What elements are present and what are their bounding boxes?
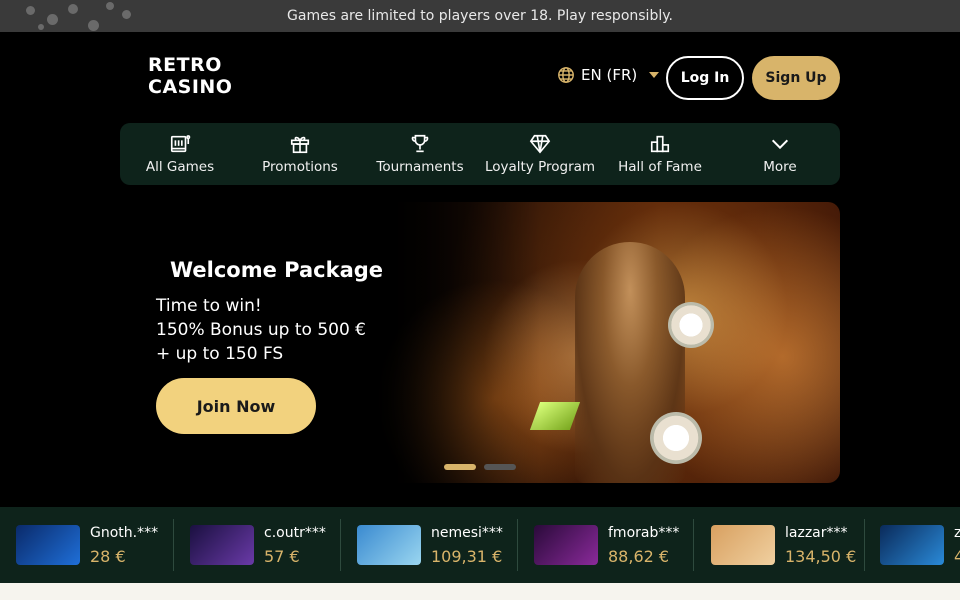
hero-line-1: Time to win! [156,296,262,316]
game-thumbnail[interactable] [190,525,254,565]
hero-line-2: 150% Bonus up to 500 € [156,320,366,340]
winner-item[interactable]: fmorab*** 88,62 € [534,507,679,583]
winner-amount: 88,62 € [608,546,670,566]
nav-label: More [763,159,797,175]
age-notice-bar: Games are limited to players over 18. Pl… [0,0,960,32]
winner-amount: 134,50 € [785,546,857,566]
winner-username: z [954,524,960,541]
carousel-dot-2[interactable] [484,464,516,470]
winner-username: Gnoth.*** [90,524,159,541]
join-now-button[interactable]: Join Now [156,378,316,434]
nav-item-loyalty-program[interactable]: Loyalty Program [480,123,600,185]
gift-icon [290,136,310,154]
game-thumbnail[interactable] [534,525,598,565]
nav-item-all-games[interactable]: All Games [120,123,240,185]
winner-item[interactable]: z4 [880,507,960,583]
globe-icon [558,67,574,83]
nav-item-tournaments[interactable]: Tournaments [360,123,480,185]
winner-item[interactable]: lazzar*** 134,50 € [711,507,856,583]
ticker-separator [173,519,174,571]
page-footer-edge [0,583,960,600]
nav-label: Tournaments [376,159,464,175]
winner-amount: 4 [954,546,960,566]
nav-label: Loyalty Program [484,159,596,175]
signup-button[interactable]: Sign Up [752,56,840,100]
podium-icon [650,135,670,153]
casino-chip-image [650,412,702,464]
logo-line-1: RETRO [148,54,222,76]
winner-item[interactable]: c.outr*** 57 € [190,507,326,583]
winner-username: nemesi*** [431,524,503,541]
decorative-dots [14,0,144,32]
winner-username: fmorab*** [608,524,680,541]
hero-line-3: + up to 150 FS [156,344,284,364]
language-label: EN (FR) [581,66,638,84]
welcome-package-banner[interactable]: Welcome Package Time to win! 150% Bonus … [120,202,840,483]
carousel-dot-1[interactable] [444,464,476,470]
slot-machine-icon [170,135,191,153]
nav-label: Promotions [262,159,338,175]
nav-item-more[interactable]: More [720,123,840,185]
winner-amount: 109,31 € [431,546,503,566]
ticker-separator [693,519,694,571]
age-notice-text: Games are limited to players over 18. Pl… [287,8,673,24]
recent-winners-ticker: Gnoth.*** 28 € c.outr*** 57 € nemesi*** 109,3… [0,507,960,583]
chevron-down-icon [771,139,789,150]
ticker-separator [340,519,341,571]
nav-item-hall-of-fame[interactable]: Hall of Fame [600,123,720,185]
casino-chip-image [668,302,714,348]
game-thumbnail[interactable] [357,525,421,565]
winner-username: c.outr*** [264,524,326,541]
login-button[interactable]: Log In [666,56,744,100]
language-selector[interactable]: EN (FR) [557,66,660,84]
winner-item[interactable]: nemesi*** 109,31 € [357,507,503,583]
retro-casino-logo[interactable]: RETRO CASINO [148,54,232,98]
nav-label: Hall of Fame [618,159,702,175]
winner-amount: 28 € [90,546,126,566]
winner-amount: 57 € [264,546,300,566]
hero-fade [120,202,540,483]
game-thumbnail[interactable] [16,525,80,565]
ticker-separator [517,519,518,571]
ticker-separator [864,519,865,571]
main-nav: All Games Promotions Tournaments Loyalty… [120,123,840,185]
nav-label: All Games [145,159,215,175]
caret-down-icon [649,72,660,78]
winner-item[interactable]: Gnoth.*** 28 € [16,507,158,583]
site-header: RETRO CASINO EN (FR) Log In Sign Up [0,32,960,122]
diamond-icon [529,134,551,154]
hero-title: Welcome Package [170,258,384,282]
nav-item-promotions[interactable]: Promotions [240,123,360,185]
game-thumbnail[interactable] [711,525,775,565]
game-thumbnail[interactable] [880,525,944,565]
logo-line-2: CASINO [148,76,233,98]
winner-username: lazzar*** [785,524,848,541]
trophy-icon [411,134,429,153]
carousel-indicators [444,464,516,470]
